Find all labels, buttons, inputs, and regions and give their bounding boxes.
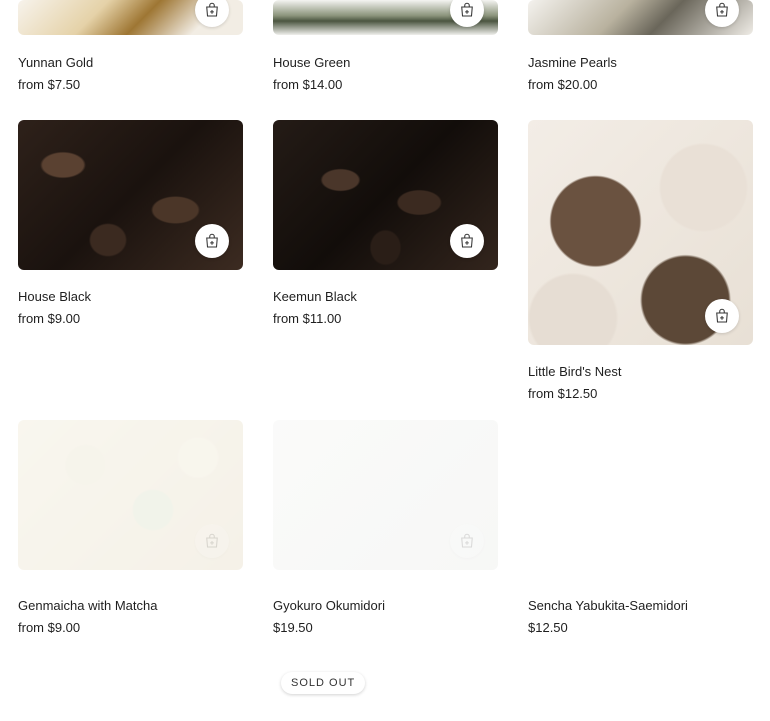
product-price: $19.50 [273, 620, 313, 635]
product-title[interactable]: Yunnan Gold [18, 55, 93, 70]
add-to-cart-icon [206, 233, 218, 248]
product-title[interactable]: Gyokuro Okumidori [273, 598, 385, 613]
product-price: $12.50 [528, 620, 568, 635]
add-to-cart-button[interactable] [195, 224, 229, 258]
product-card-jasmine-pearls[interactable]: Jasmine Pearls from $20.00 [528, 0, 753, 92]
add-to-cart-button[interactable] [450, 524, 484, 558]
product-price: from $14.00 [273, 77, 343, 92]
product-card-sencha[interactable]: Sencha Yabukita-Saemidori $12.50 [528, 420, 753, 635]
product-card-little-birds-nest[interactable]: Little Bird's Nest from $12.50 [528, 120, 753, 401]
product-price: from $20.00 [528, 77, 598, 92]
product-image[interactable] [528, 420, 753, 570]
add-to-cart-icon [461, 233, 473, 248]
product-price: from $9.00 [18, 620, 81, 635]
product-title[interactable]: House Black [18, 289, 91, 304]
add-to-cart-icon [206, 2, 218, 17]
product-price: from $11.00 [273, 311, 342, 326]
product-card-gyokuro[interactable]: Gyokuro Okumidori $19.50 [273, 420, 498, 635]
product-title[interactable]: Jasmine Pearls [528, 55, 617, 70]
product-title[interactable]: House Green [273, 55, 350, 70]
product-title[interactable]: Sencha Yabukita-Saemidori [528, 598, 688, 613]
product-card-genmaicha[interactable]: Genmaicha with Matcha from $9.00 [18, 420, 243, 635]
product-card-house-green[interactable]: House Green from $14.00 [273, 0, 498, 92]
add-to-cart-icon [461, 533, 473, 548]
add-to-cart-icon [716, 2, 728, 17]
add-to-cart-icon [206, 533, 218, 548]
product-card-yunnan-gold[interactable]: Yunnan Gold from $7.50 [18, 0, 243, 92]
product-title[interactable]: Keemun Black [273, 289, 357, 304]
add-to-cart-button[interactable] [195, 524, 229, 558]
add-to-cart-button[interactable] [705, 299, 739, 333]
add-to-cart-button[interactable] [450, 224, 484, 258]
product-title[interactable]: Little Bird's Nest [528, 364, 622, 379]
add-to-cart-icon [716, 308, 728, 323]
product-price: from $12.50 [528, 386, 598, 401]
add-to-cart-icon [461, 2, 473, 17]
product-title[interactable]: Genmaicha with Matcha [18, 598, 157, 613]
product-price: from $7.50 [18, 77, 81, 92]
product-card-house-black[interactable]: House Black from $9.00 [18, 120, 243, 326]
product-card-keemun-black[interactable]: Keemun Black from $11.00 [273, 120, 498, 326]
product-price: from $9.00 [18, 311, 81, 326]
sold-out-badge: SOLD OUT [281, 672, 366, 694]
